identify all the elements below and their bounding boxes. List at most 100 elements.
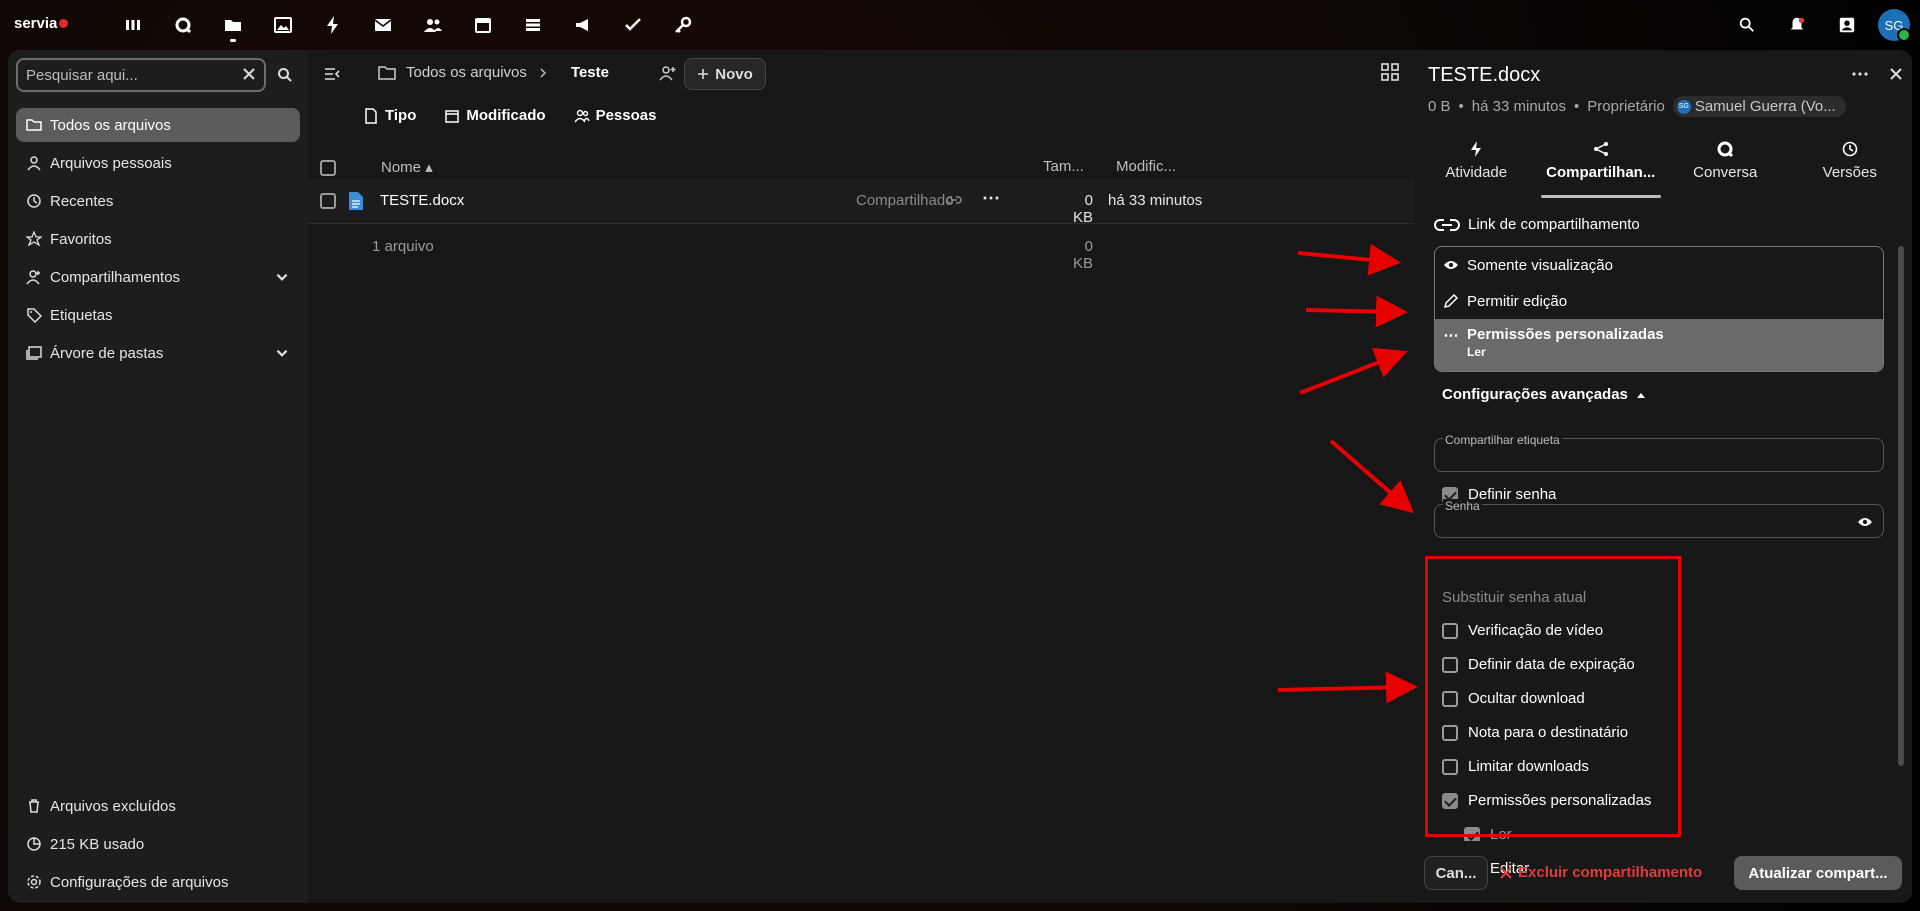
- contacts-menu-icon[interactable]: [1822, 0, 1872, 50]
- nav-item-label: Recentes: [50, 192, 114, 210]
- unified-search-icon[interactable]: [1722, 0, 1772, 50]
- activity-icon: [1471, 141, 1482, 157]
- share-folder-icon[interactable]: [658, 63, 678, 86]
- breadcrumb-all-files[interactable]: Todos os arquivos: [406, 64, 527, 81]
- update-share-button[interactable]: Atualizar compart...: [1734, 856, 1902, 890]
- tab-chat[interactable]: Conversa: [1665, 136, 1785, 196]
- more-options-icon[interactable]: [1848, 62, 1872, 86]
- contacts-icon[interactable]: [408, 0, 458, 50]
- nav-item-favorites[interactable]: Favoritos: [16, 222, 300, 256]
- tab-activity-label: Atividade: [1445, 164, 1508, 181]
- permission-custom[interactable]: ⋯ Permissões personalizadas Ler: [1435, 319, 1883, 371]
- row-checkbox[interactable]: [320, 193, 336, 209]
- filter-modified[interactable]: Modificado: [444, 107, 546, 124]
- search-box: [16, 58, 266, 92]
- shared-status[interactable]: Compartilhado: [856, 192, 954, 209]
- star-icon: [26, 231, 42, 247]
- activity-icon[interactable]: [308, 0, 358, 50]
- search-icon[interactable]: [272, 62, 298, 88]
- permission-allow-edit[interactable]: Permitir edição: [1435, 283, 1883, 319]
- select-all-checkbox[interactable]: [320, 160, 336, 176]
- share-icon: [1593, 142, 1608, 156]
- chevron-right-icon: [540, 67, 546, 78]
- nav-item-settings[interactable]: Configurações de arquivos: [16, 865, 300, 899]
- close-icon[interactable]: [1884, 62, 1908, 86]
- photos-icon[interactable]: [258, 0, 308, 50]
- link-icon[interactable]: [946, 194, 962, 206]
- passwords-icon[interactable]: [658, 0, 708, 50]
- folder-tree-icon: [26, 346, 42, 360]
- brand-name: servia: [14, 15, 58, 32]
- nav-item-folder-tree[interactable]: Árvore de pastas: [16, 336, 300, 370]
- nav-item-label: Todos os arquivos: [50, 116, 171, 134]
- nav-item-trash[interactable]: Arquivos excluídos: [16, 789, 300, 823]
- new-button[interactable]: Novo: [684, 58, 766, 90]
- grid-view-icon[interactable]: [1380, 62, 1404, 86]
- announcements-icon[interactable]: [558, 0, 608, 50]
- column-size[interactable]: Tam...: [1043, 158, 1084, 175]
- tab-activity[interactable]: Atividade: [1416, 136, 1536, 196]
- column-modified[interactable]: Modific...: [1116, 158, 1176, 175]
- filter-people[interactable]: Pessoas: [573, 107, 657, 124]
- permission-selector: Somente visualização Permitir edição ⋯ P…: [1434, 246, 1884, 372]
- new-button-label: Novo: [715, 65, 753, 83]
- brand-dot: [59, 19, 69, 28]
- file-meta: 0 B • há 33 minutos • Proprietário SG Sa…: [1428, 96, 1846, 117]
- files-icon[interactable]: [208, 0, 258, 50]
- filter-type[interactable]: Tipo: [363, 107, 416, 124]
- quota-label: 215 KB usado: [50, 835, 145, 853]
- chevron-down-icon[interactable]: [274, 269, 290, 285]
- dashboard-icon[interactable]: [108, 0, 158, 50]
- mail-icon[interactable]: [358, 0, 408, 50]
- password-field[interactable]: Senha: [1434, 499, 1884, 538]
- owner-chip[interactable]: SG Samuel Guerra (Vo...: [1672, 96, 1846, 117]
- permission-view-label: Somente visualização: [1467, 256, 1613, 274]
- app-menu: [108, 0, 708, 50]
- owner-avatar: SG: [1676, 99, 1691, 114]
- nav-item-all-files[interactable]: Todos os arquivos: [16, 108, 300, 142]
- breadcrumb-current-folder[interactable]: Teste: [571, 64, 609, 81]
- nav-item-tags[interactable]: Etiquetas: [16, 298, 300, 332]
- nav-item-label: Compartilhamentos: [50, 268, 181, 286]
- filter-people-label: Pessoas: [595, 107, 657, 124]
- table-row[interactable]: TESTE.docx Compartilhado ⋯ 0 KB há 33 mi…: [308, 178, 1414, 226]
- file-icon: [365, 107, 377, 124]
- sidebar-tabs: Atividade Compartilhan... Conversa Versõ…: [1414, 136, 1912, 198]
- gear-icon: [27, 875, 41, 889]
- eye-icon[interactable]: [1857, 515, 1873, 529]
- file-name[interactable]: TESTE.docx: [380, 192, 464, 209]
- tab-sharing[interactable]: Compartilhan...: [1540, 136, 1661, 198]
- tab-versions[interactable]: Versões: [1790, 136, 1910, 196]
- toggle-navigation-icon[interactable]: [320, 62, 344, 86]
- file-count: 1 arquivo: [372, 238, 434, 255]
- triangle-up-icon: [1636, 392, 1645, 398]
- calendar-icon[interactable]: [458, 0, 508, 50]
- notifications-icon[interactable]: [1772, 0, 1822, 50]
- share-label-field[interactable]: Compartilhar etiqueta: [1434, 433, 1884, 472]
- calendar-icon: [445, 109, 460, 123]
- nav-item-personal-files[interactable]: Arquivos pessoais: [16, 146, 300, 180]
- permission-custom-sub: Ler: [1467, 345, 1486, 359]
- more-actions-icon[interactable]: ⋯: [982, 188, 1000, 209]
- column-name[interactable]: Nome ▴: [381, 158, 433, 176]
- clear-search-icon[interactable]: [242, 67, 256, 84]
- user-avatar[interactable]: SG: [1878, 9, 1911, 42]
- search-app-icon[interactable]: [158, 0, 208, 50]
- sidebar-title: TESTE.docx: [1428, 64, 1541, 86]
- advanced-settings-toggle[interactable]: Configurações avançadas: [1442, 386, 1646, 403]
- permission-view-only[interactable]: Somente visualização: [1435, 247, 1883, 283]
- breadcrumb: Todos os arquivos Teste: [378, 64, 609, 81]
- deck-icon[interactable]: [508, 0, 558, 50]
- delete-share-button[interactable]: Excluir compartilhamento: [1500, 864, 1702, 881]
- cancel-button[interactable]: Can...: [1424, 856, 1488, 890]
- search-input[interactable]: [26, 66, 242, 84]
- chevron-down-icon[interactable]: [274, 345, 290, 361]
- tasks-icon[interactable]: [608, 0, 658, 50]
- sidebar-scrollbar[interactable]: [1898, 246, 1904, 766]
- share-user-icon: [26, 270, 40, 285]
- nav-item-shares[interactable]: Compartilhamentos: [16, 260, 300, 294]
- tab-versions-label: Versões: [1822, 164, 1877, 181]
- nav-item-recent[interactable]: Recentes: [16, 184, 300, 218]
- filter-type-label: Tipo: [385, 107, 417, 124]
- brand-logo[interactable]: servia: [14, 15, 69, 32]
